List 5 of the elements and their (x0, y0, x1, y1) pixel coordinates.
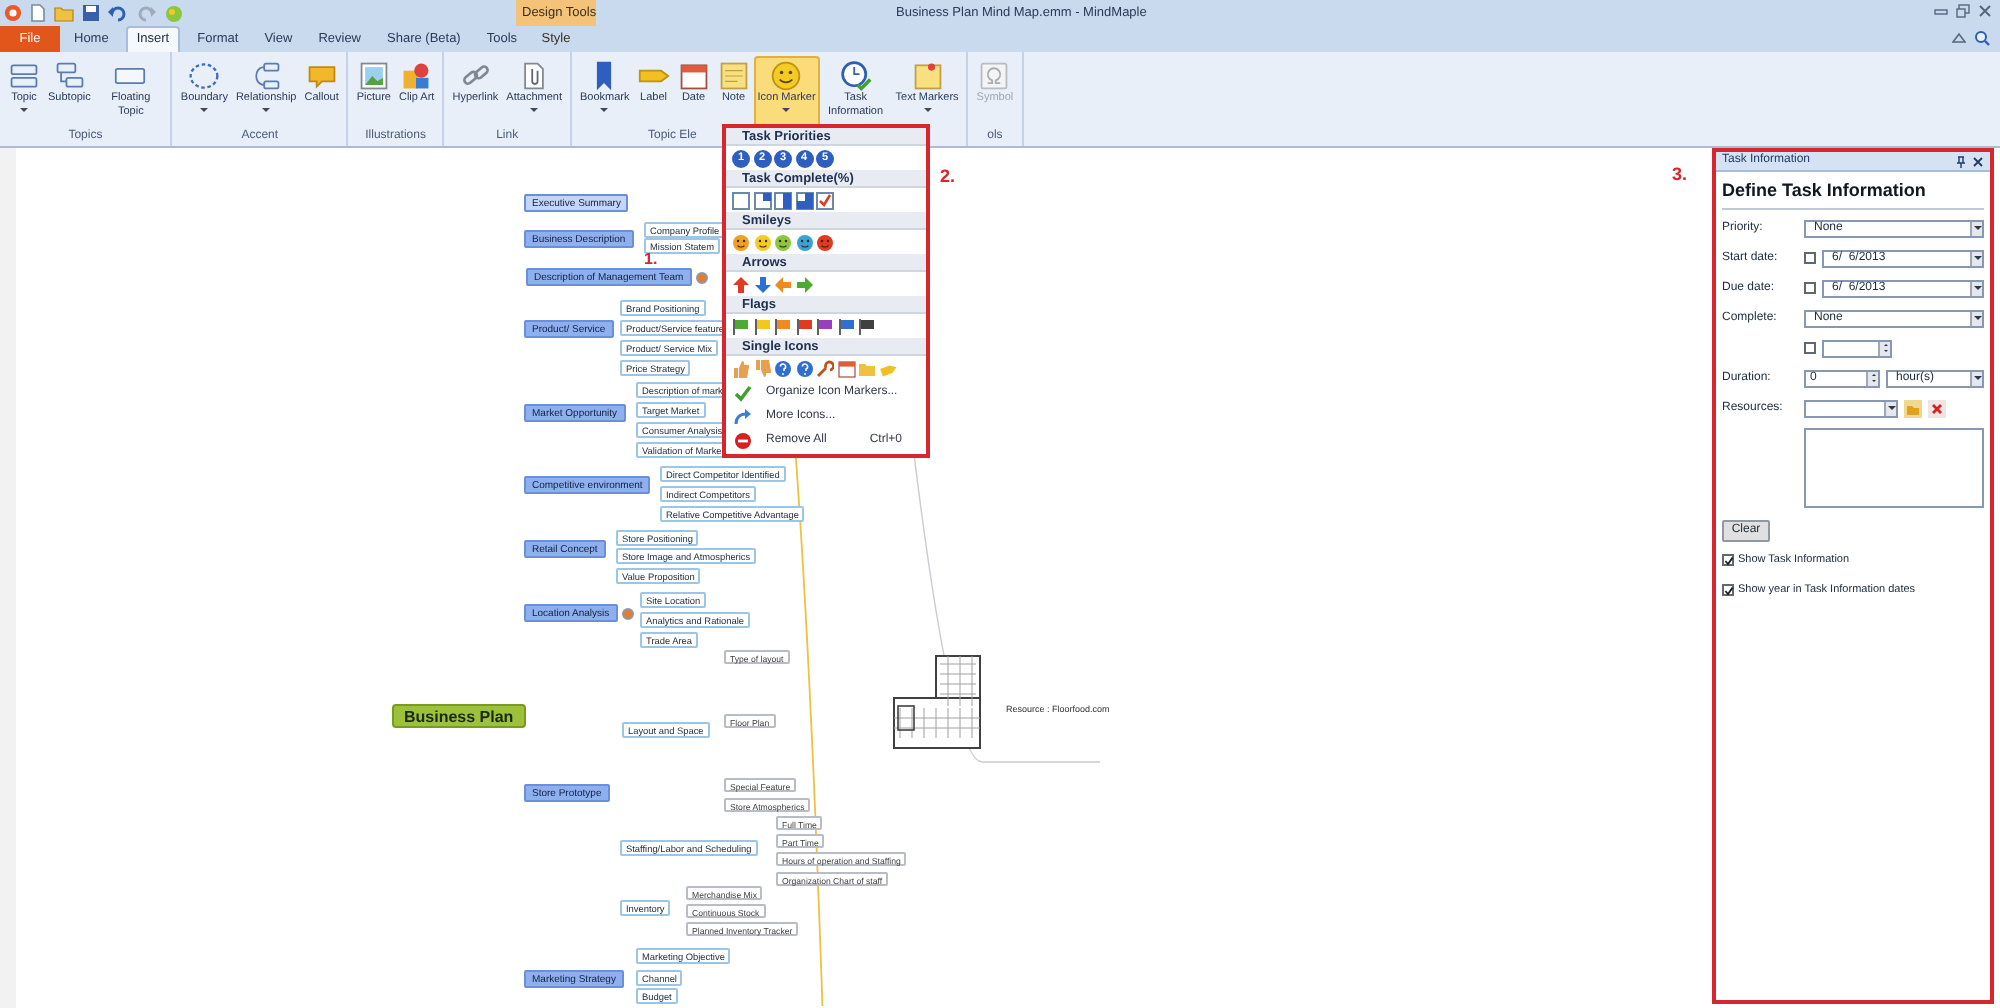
central-topic[interactable]: Business Plan (392, 704, 526, 728)
annotation-number: 2. (940, 164, 956, 190)
annotation-number: 3. (1672, 162, 1688, 188)
panel-heading: Define Task Information (1722, 178, 1984, 209)
annotation-number: 1. (644, 252, 658, 268)
